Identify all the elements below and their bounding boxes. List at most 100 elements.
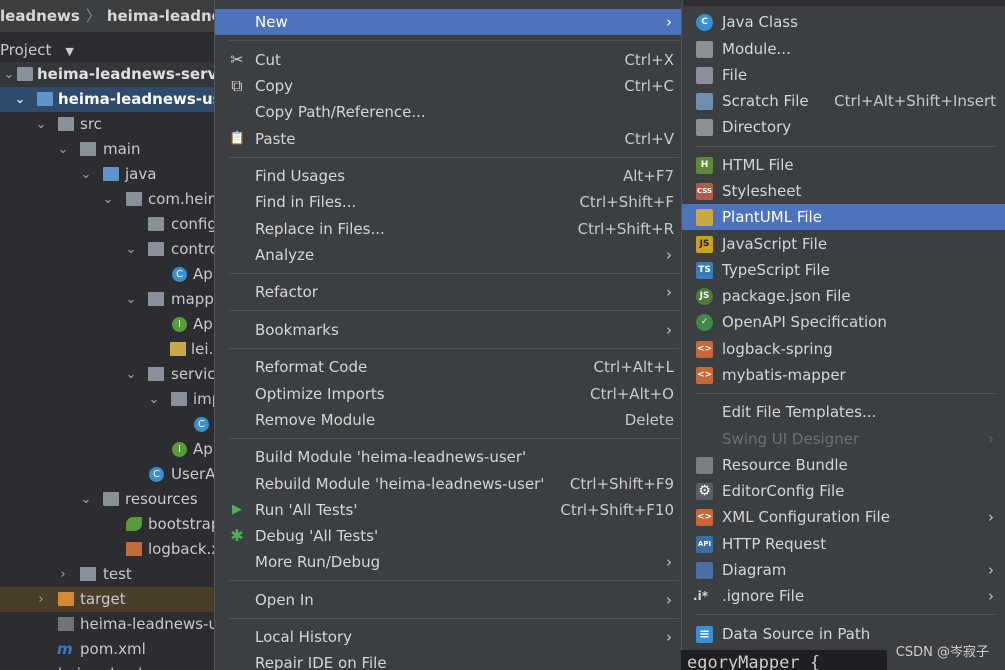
tree-node-config[interactable]: config: [0, 212, 214, 237]
tree-node-user-module[interactable]: ⌄ heima-leadnews-user: [0, 87, 214, 112]
tree-node-main[interactable]: ⌄ main: [0, 137, 214, 162]
chevron-down-icon[interactable]: ⌄: [80, 487, 92, 512]
submenu-package-json[interactable]: JS package.json File: [682, 283, 1005, 309]
tree-node-impl-class[interactable]: C: [0, 412, 214, 437]
submenu-stylesheet[interactable]: CSS Stylesheet: [682, 178, 1005, 204]
submenu-diagram[interactable]: Diagram ›: [682, 557, 1005, 583]
chevron-down-icon[interactable]: ⌄: [14, 87, 26, 112]
submenu-item-label: OpenAPI Specification: [722, 313, 887, 331]
chevron-right-icon[interactable]: ›: [57, 562, 69, 587]
chevron-down-icon[interactable]: ⌄: [3, 62, 15, 87]
tree-node-pom[interactable]: m pom.xml: [0, 637, 214, 662]
tree-node-bootstrap[interactable]: bootstrap: [0, 512, 214, 537]
tree-node-package[interactable]: ⌄ com.heim: [0, 187, 214, 212]
chevron-down-icon[interactable]: ⌄: [102, 187, 114, 212]
submenu-scratch-file[interactable]: Scratch File Ctrl+Alt+Shift+Insert: [682, 88, 1005, 114]
submenu-html-file[interactable]: H HTML File: [682, 152, 1005, 178]
tree-label: pom.xml: [80, 640, 146, 658]
resources-folder-icon: [103, 492, 119, 506]
submenu-openapi[interactable]: ✓ OpenAPI Specification: [682, 309, 1005, 335]
menu-item-refactor[interactable]: Refactor ›: [215, 279, 682, 305]
folder-icon: [58, 117, 74, 131]
ignore-file-icon: .i*: [692, 588, 709, 605]
menu-item-more-run-debug[interactable]: More Run/Debug ›: [215, 549, 682, 575]
tree-node-puml[interactable]: lei.p: [0, 337, 214, 362]
menu-item-reformat-code[interactable]: Reformat Code Ctrl+Alt+L: [215, 354, 682, 380]
clipboard-icon: 📋: [229, 131, 246, 146]
menu-item-new[interactable]: New ›: [215, 9, 682, 35]
tree-node-logback[interactable]: logback.x: [0, 537, 214, 562]
breadcrumb-module[interactable]: heima-leadnews: [107, 7, 214, 25]
javascript-file-icon: JS: [696, 236, 713, 253]
chevron-down-icon[interactable]: ⌄: [35, 112, 47, 137]
submenu-resource-bundle[interactable]: Resource Bundle: [682, 452, 1005, 478]
tree-node-test[interactable]: › test: [0, 562, 214, 587]
chevron-down-icon[interactable]: ⌄: [125, 237, 137, 262]
submenu-editorconfig[interactable]: ⚙ EditorConfig File: [682, 478, 1005, 504]
menu-item-analyze[interactable]: Analyze ›: [215, 242, 682, 268]
copy-icon: ⧉: [231, 76, 243, 95]
menu-item-label: Refactor: [255, 283, 318, 301]
menu-item-bookmarks[interactable]: Bookmarks ›: [215, 317, 682, 343]
menu-item-debug-all-tests[interactable]: ✱ Debug 'All Tests': [215, 523, 682, 549]
menu-item-repair-ide[interactable]: Repair IDE on File: [215, 650, 682, 670]
tree-label: logback.x: [148, 540, 214, 558]
menu-item-remove-module[interactable]: Remove Module Delete: [215, 407, 682, 433]
xml-file-icon: <>: [696, 509, 713, 526]
menu-item-rebuild-module[interactable]: Rebuild Module 'heima-leadnews-user' Ctr…: [215, 471, 682, 497]
tree-node-impl[interactable]: ⌄ imp: [0, 387, 214, 412]
menu-item-build-module[interactable]: Build Module 'heima-leadnews-user': [215, 444, 682, 470]
submenu-module[interactable]: Module...: [682, 36, 1005, 62]
module-folder-icon: [17, 67, 33, 81]
submenu-edit-file-templates[interactable]: Edit File Templates...: [682, 399, 1005, 425]
tree-node-service[interactable]: ⌄ heima-leadnews-service: [0, 62, 214, 87]
menu-item-copy[interactable]: ⧉ Copy Ctrl+C: [215, 73, 682, 99]
breadcrumb-project[interactable]: leadnews: [0, 7, 80, 25]
menu-item-paste[interactable]: 📋 Paste Ctrl+V: [215, 126, 682, 152]
submenu-java-class[interactable]: C Java Class: [682, 9, 1005, 35]
menu-item-find-in-files[interactable]: Find in Files... Ctrl+Shift+F: [215, 189, 682, 215]
submenu-logback-spring[interactable]: <> logback-spring: [682, 336, 1005, 362]
chevron-right-icon: ›: [666, 591, 672, 609]
chevron-down-icon[interactable]: ⌄: [80, 162, 92, 187]
submenu-typescript-file[interactable]: TS TypeScript File: [682, 257, 1005, 283]
menu-item-run-all-tests[interactable]: ▶ Run 'All Tests' Ctrl+Shift+F10: [215, 497, 682, 523]
tree-node-target[interactable]: › target: [0, 587, 214, 612]
submenu-plantuml-file[interactable]: PlantUML File: [682, 204, 1005, 230]
menu-item-cut[interactable]: ✂ Cut Ctrl+X: [215, 47, 682, 73]
menu-item-optimize-imports[interactable]: Optimize Imports Ctrl+Alt+O: [215, 381, 682, 407]
chevron-down-icon[interactable]: ⌄: [148, 387, 160, 412]
tree-node-src[interactable]: ⌄ src: [0, 112, 214, 137]
submenu-javascript-file[interactable]: JS JavaScript File: [682, 231, 1005, 257]
menu-item-find-usages[interactable]: Find Usages Alt+F7: [215, 163, 682, 189]
submenu-directory[interactable]: Directory: [682, 114, 1005, 140]
chevron-down-icon[interactable]: ⌄: [125, 362, 137, 387]
chevron-down-icon[interactable]: ⌄: [57, 137, 69, 162]
tree-node-resources[interactable]: ⌄ resources: [0, 487, 214, 512]
tree-node-next-module[interactable]: heima-leadn: [0, 662, 214, 670]
tree-node-mapper[interactable]: ⌄ mapp: [0, 287, 214, 312]
maven-icon: m: [57, 640, 73, 658]
tree-node-interface[interactable]: I Ap: [0, 312, 214, 337]
submenu-http-request[interactable]: API HTTP Request: [682, 531, 1005, 557]
diagram-icon: [696, 562, 713, 579]
submenu-file[interactable]: File: [682, 62, 1005, 88]
tree-node-service-interface[interactable]: I Ap: [0, 437, 214, 462]
menu-item-replace-in-files[interactable]: Replace in Files... Ctrl+Shift+R: [215, 216, 682, 242]
submenu-ignore-file[interactable]: .i* .ignore File ›: [682, 583, 1005, 609]
submenu-xml-configuration[interactable]: <> XML Configuration File ›: [682, 504, 1005, 530]
project-panel-header[interactable]: Project ▼: [0, 38, 214, 62]
tree-node-class[interactable]: C Ap: [0, 262, 214, 287]
chevron-down-icon[interactable]: ▼: [65, 40, 73, 64]
chevron-right-icon[interactable]: ›: [35, 587, 47, 612]
tree-node-app[interactable]: C UserA: [0, 462, 214, 487]
tree-node-controller[interactable]: ⌄ contro: [0, 237, 214, 262]
chevron-down-icon[interactable]: ⌄: [125, 287, 137, 312]
submenu-mybatis-mapper[interactable]: <> mybatis-mapper: [682, 362, 1005, 388]
tree-node-iml[interactable]: heima-leadnews-u: [0, 612, 214, 637]
menu-item-copy-path[interactable]: Copy Path/Reference...: [215, 99, 682, 125]
tree-node-service-pkg[interactable]: ⌄ servic: [0, 362, 214, 387]
menu-item-open-in[interactable]: Open In ›: [215, 587, 682, 613]
tree-node-java[interactable]: ⌄ java: [0, 162, 214, 187]
menu-item-local-history[interactable]: Local History ›: [215, 624, 682, 650]
